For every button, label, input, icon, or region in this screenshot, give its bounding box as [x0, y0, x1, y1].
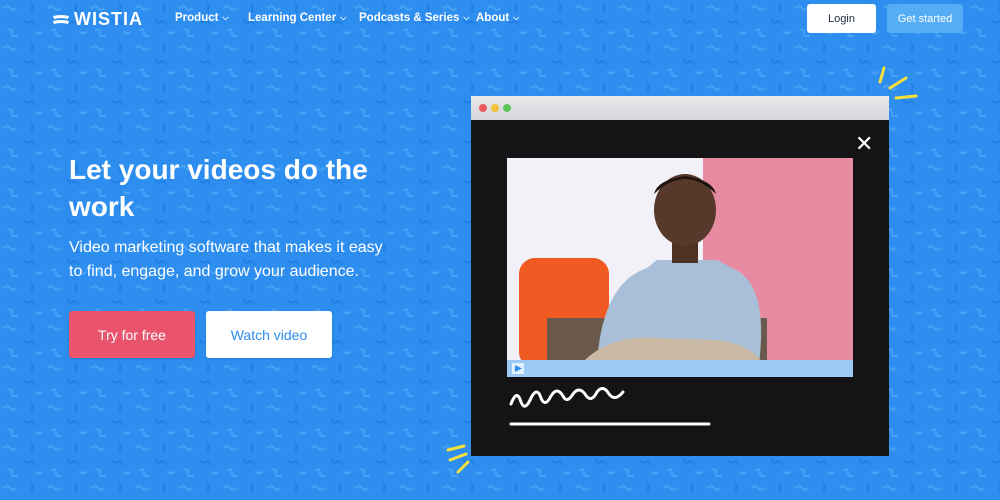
sparkle-top-decoration — [878, 66, 918, 100]
signature-scribble — [509, 387, 711, 426]
chevron-down-icon: ⌵ — [222, 13, 229, 22]
watch-video-button[interactable]: Watch video — [206, 311, 332, 358]
video-progress-bar[interactable] — [507, 360, 853, 377]
nav-item-label: Product — [175, 12, 219, 24]
nav-item-learning-center[interactable]: Learning Center ⌵ — [248, 12, 346, 24]
chevron-down-icon: ⌵ — [463, 13, 470, 22]
chevron-down-icon: ⌵ — [513, 13, 520, 22]
play-icon[interactable] — [512, 363, 524, 374]
sparkle-bottom-decoration — [446, 444, 470, 474]
hero-subheadline: Video marketing software that makes it e… — [69, 239, 383, 280]
try-for-free-button[interactable]: Try for free — [69, 311, 195, 358]
login-button[interactable]: Login — [807, 4, 876, 33]
chevron-down-icon: ⌵ — [340, 13, 347, 22]
nav-item-label: Podcasts & Series — [359, 12, 460, 24]
presenter-illustration — [519, 174, 767, 376]
window-minimize-dot — [491, 104, 499, 112]
window-title-bar — [471, 96, 889, 120]
close-icon[interactable]: ✕ — [855, 133, 873, 155]
wistia-logo-icon — [53, 14, 69, 24]
nav-item-product[interactable]: Product ⌵ — [175, 12, 229, 24]
nav-item-podcasts-series[interactable]: Podcasts & Series ⌵ — [359, 12, 469, 24]
nav-item-label: About — [476, 12, 510, 24]
nav-item-about[interactable]: About ⌵ — [476, 12, 519, 24]
video-frame[interactable] — [507, 158, 853, 376]
get-started-button[interactable]: Get started — [887, 4, 963, 33]
brand-name: WISTIA — [74, 9, 143, 29]
wistia-logo[interactable]: WISTIA — [52, 9, 143, 30]
nav-item-label: Learning Center — [248, 12, 337, 24]
hero-headline: Let your videos do the work — [69, 154, 368, 222]
window-close-dot — [479, 104, 487, 112]
top-navigation: WISTIA Product ⌵ Learning Center ⌵ Podca… — [0, 0, 1000, 38]
video-preview-window: ✕ — [471, 96, 889, 456]
window-maximize-dot — [503, 104, 511, 112]
